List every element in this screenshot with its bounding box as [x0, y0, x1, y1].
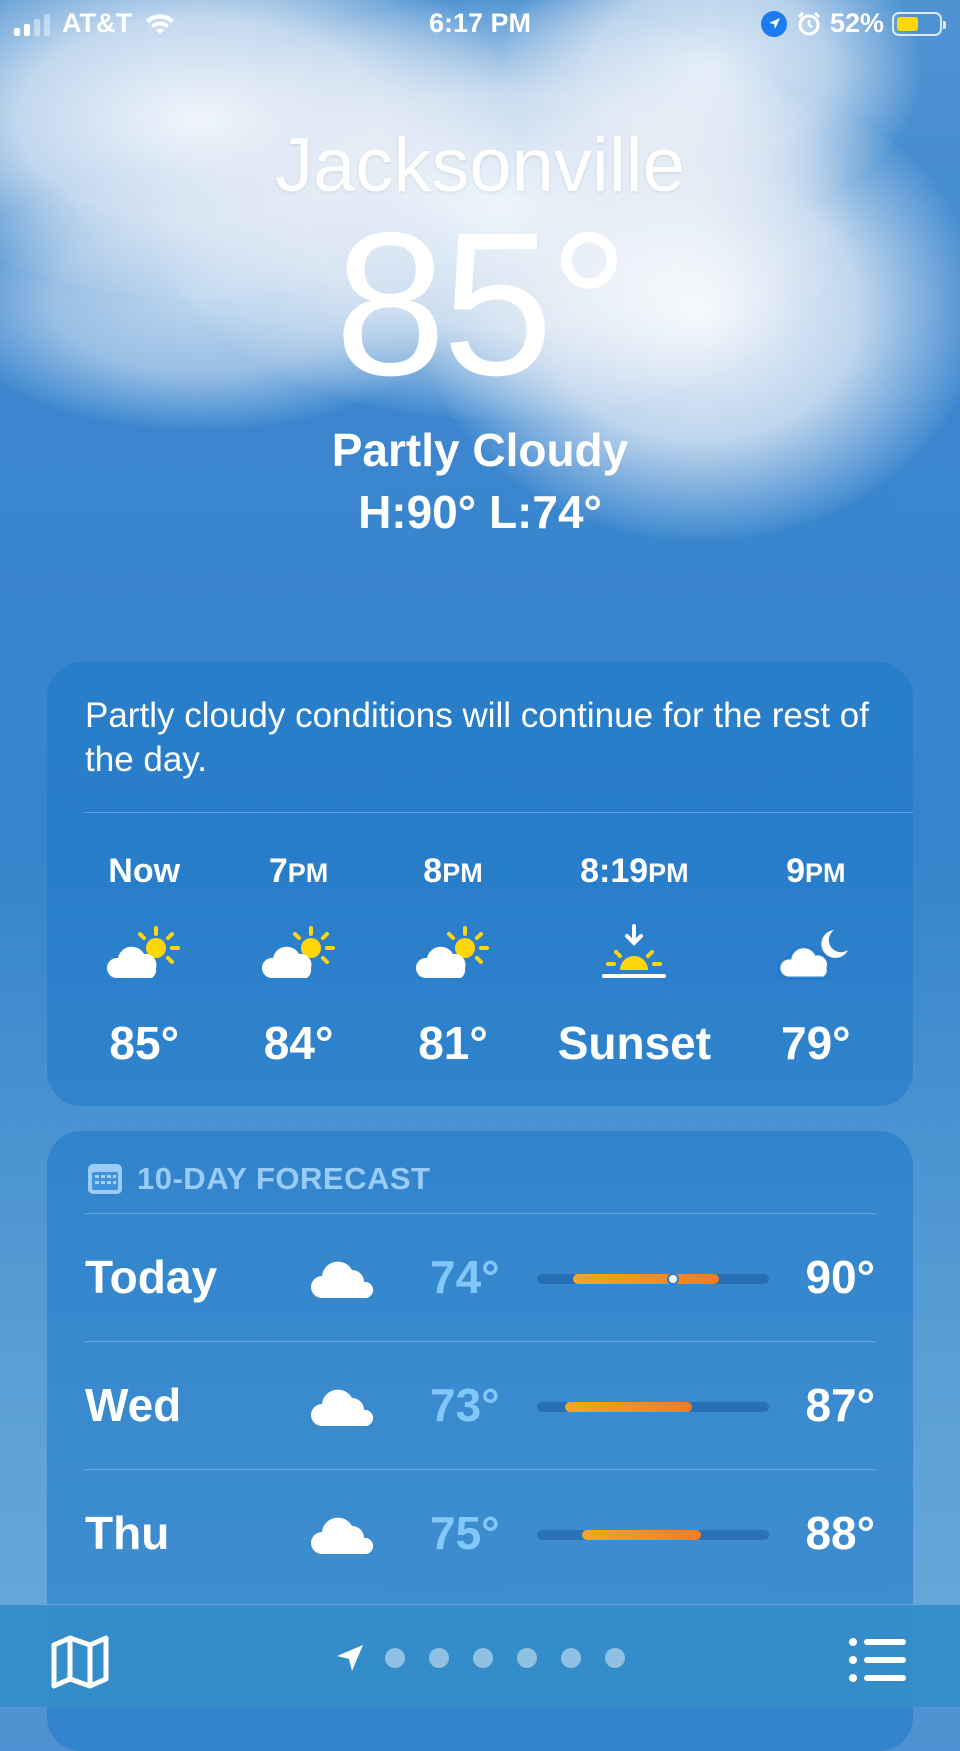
- hour-label: 9PM: [786, 852, 846, 890]
- hourly-item: 8PM 81°: [376, 852, 530, 1070]
- partly-cloudy-sun-icon: [376, 914, 530, 994]
- hour-value: 84°: [263, 1017, 334, 1069]
- cloud-icon: [310, 1382, 374, 1433]
- location-arrow-icon[interactable]: [335, 1643, 365, 1673]
- forecast-low: 73°: [430, 1379, 500, 1431]
- forecast-row[interactable]: Today 74° 90°: [85, 1213, 875, 1342]
- page-indicator[interactable]: [0, 1643, 960, 1673]
- list-icon[interactable]: [848, 1637, 908, 1683]
- partly-cloudy-sun-icon: [221, 914, 375, 994]
- location-services-icon: [760, 10, 787, 37]
- forecast-day: Today: [85, 1251, 218, 1303]
- temperature-range-bar: [537, 1273, 769, 1285]
- forecast-day: Wed: [85, 1379, 182, 1431]
- battery-icon: [892, 11, 946, 36]
- sunset-icon: [530, 914, 738, 994]
- page-dot[interactable]: [473, 1648, 493, 1668]
- forecast-low: 74°: [430, 1251, 500, 1303]
- alarm-icon: [797, 11, 821, 35]
- partly-cloudy-sun-icon: [67, 914, 221, 994]
- current-condition: Partly Cloudy: [331, 424, 629, 476]
- hour-label: Now: [108, 852, 181, 890]
- current-weather: Jacksonville 85° Partly Cloudy H:90° L:7…: [0, 110, 960, 539]
- page-dot[interactable]: [605, 1648, 625, 1668]
- status-bar: AT&T 6:17 PM 52%: [0, 0, 960, 48]
- hourly-forecast-card[interactable]: Partly cloudy conditions will continue f…: [47, 662, 913, 1106]
- temperature-range-fill: [581, 1530, 701, 1540]
- forecast-row[interactable]: Wed 73° 87°: [85, 1341, 875, 1470]
- hourly-list[interactable]: Now 85° 7PM 84° 8PM 81° 8:19PM Sunset 9PM 79°: [67, 852, 893, 1070]
- partly-cloudy-moon-icon: [739, 914, 893, 994]
- hourly-item: 8:19PM Sunset: [530, 852, 738, 1070]
- hour-label: 8:19PM: [580, 852, 689, 890]
- hour-value: 81°: [418, 1017, 488, 1069]
- temperature-range-fill: [573, 1274, 719, 1284]
- cloud-icon: [310, 1254, 374, 1305]
- hour-value: 85°: [109, 1017, 179, 1069]
- page-dot[interactable]: [429, 1648, 449, 1668]
- bottom-toolbar: [0, 1604, 960, 1707]
- forecast-high: 87°: [805, 1379, 875, 1431]
- calendar-icon: [88, 1164, 122, 1194]
- cloud-icon: [310, 1510, 374, 1561]
- page-dot[interactable]: [385, 1648, 405, 1668]
- forecast-title: 10-DAY FORECAST: [137, 1161, 431, 1196]
- battery-percent: 52%: [829, 8, 884, 38]
- forecast-header: 10-DAY FORECAST: [87, 1161, 430, 1197]
- temperature-range-bar: [537, 1530, 769, 1540]
- hourly-item: 7PM 84°: [221, 852, 375, 1070]
- hourly-item: 9PM 79°: [739, 852, 893, 1070]
- temperature-range-bar: [537, 1402, 769, 1412]
- hour-value: Sunset: [557, 1017, 712, 1069]
- forecast-day: Thu: [85, 1507, 170, 1559]
- hour-value: 79°: [781, 1017, 851, 1069]
- current-temperature: 85°: [334, 190, 629, 419]
- forecast-low: 75°: [430, 1507, 500, 1559]
- hourly-item: Now 85°: [67, 852, 221, 1070]
- page-dot[interactable]: [517, 1648, 537, 1668]
- forecast-summary: Partly cloudy conditions will continue f…: [85, 696, 869, 779]
- forecast-high: 90°: [805, 1251, 875, 1303]
- forecast-high: 88°: [805, 1507, 875, 1559]
- page-dot[interactable]: [561, 1648, 581, 1668]
- hour-label: 8PM: [423, 852, 483, 890]
- divider: [85, 812, 913, 813]
- high-low: H:90° L:74°: [358, 486, 602, 538]
- hour-label: 7PM: [268, 852, 329, 890]
- temperature-range-fill: [565, 1402, 692, 1412]
- forecast-row[interactable]: Thu 75° 88°: [85, 1469, 875, 1598]
